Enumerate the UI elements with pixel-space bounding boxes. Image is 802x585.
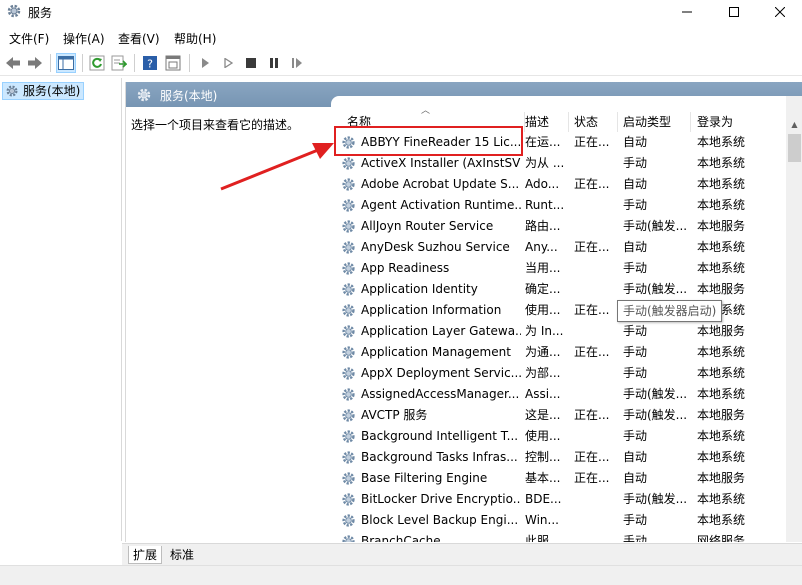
tab-standard[interactable]: 标准 xyxy=(166,546,198,564)
status-bar xyxy=(0,565,802,585)
tab-extended[interactable]: 扩展 xyxy=(128,546,163,564)
startup-type-tooltip: 手动(触发器启动) xyxy=(617,300,723,322)
view-tabs: 扩展 标准 xyxy=(122,543,802,565)
annotation-highlight-box xyxy=(334,126,523,156)
annotation-arrow xyxy=(220,143,334,191)
